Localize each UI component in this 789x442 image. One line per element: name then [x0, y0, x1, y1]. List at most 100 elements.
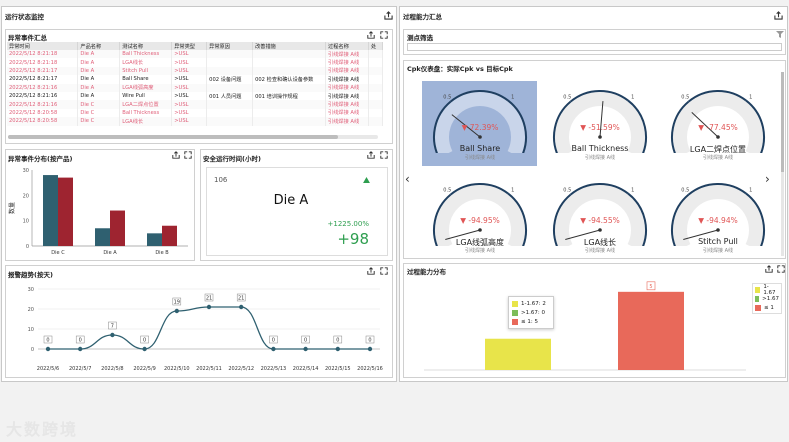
table-header-cell[interactable]: 处	[368, 42, 383, 50]
export-icon[interactable]	[384, 11, 393, 20]
expand-icon[interactable]	[777, 265, 785, 273]
export-icon[interactable]	[367, 31, 375, 39]
data-point[interactable]	[78, 346, 83, 352]
filter-icon[interactable]	[776, 31, 784, 38]
data-point[interactable]	[367, 346, 373, 352]
export-icon[interactable]	[172, 151, 180, 159]
data-point[interactable]	[271, 346, 276, 352]
data-point[interactable]	[239, 304, 244, 310]
table-cell	[206, 50, 254, 59]
x-tick-label: 2022/5/6	[37, 366, 59, 372]
x-tick-label: Die A	[103, 250, 117, 256]
bar[interactable]	[618, 291, 684, 370]
table-cell	[368, 75, 383, 84]
export-icon[interactable]	[367, 151, 375, 159]
table-row[interactable]: 2022/5/12 8:21:16 Die C LGA二焊点位置 >USL 引线焊接 A…	[7, 100, 383, 109]
table-row[interactable]: 2022/5/12 8:21:18 Die A Ball Thickness >USL…	[7, 50, 383, 59]
y-tick-label: 30	[28, 287, 34, 293]
table-row[interactable]: 2022/5/12 8:21:16 Die A LGA线弧高度 >USL 引线焊接 A线	[7, 83, 383, 92]
table-cell: 2022/5/12 8:21:17	[7, 66, 79, 76]
table-cell: Die A	[77, 83, 121, 92]
bar[interactable]	[58, 177, 73, 246]
table-cell	[368, 66, 383, 76]
cpk-title: Cpk仪表盘：实际Cpk vs 目标Cpk	[407, 65, 513, 73]
table-cell	[368, 117, 383, 126]
table-cell: 引线焊接 A线	[325, 83, 369, 92]
data-point[interactable]	[45, 346, 51, 352]
table-row[interactable]: 2022/5/12 8:21:16 Die A Wire Pull >USL 001 人…	[7, 91, 383, 101]
gauge-hub	[598, 135, 602, 139]
data-point[interactable]	[174, 308, 179, 314]
gauge-tick-label: 1	[749, 95, 752, 101]
bar[interactable]	[162, 225, 177, 246]
gauge-tick-label: 0.5	[681, 188, 689, 194]
legend-item[interactable]: >1.67	[755, 294, 779, 303]
bar[interactable]	[110, 210, 125, 246]
legend-item[interactable]: 1-1.67	[755, 283, 779, 296]
table-header-cell[interactable]: 过程名称	[325, 42, 369, 50]
trend-up-icon	[363, 177, 370, 183]
export-icon[interactable]	[774, 11, 783, 20]
gauge-value: ▼ -51.59%	[580, 123, 620, 132]
table-cell: Die C	[77, 108, 121, 118]
gauge-prev-arrow[interactable]: ‹	[405, 172, 410, 186]
expand-icon[interactable]	[380, 31, 388, 39]
table-cell: 2022/5/12 8:21:16	[7, 100, 79, 109]
expand-icon[interactable]	[184, 151, 192, 159]
table-row[interactable]: 2022/5/12 8:20:58 Die C LGA线长 >USL 引线焊接 A线	[7, 117, 383, 126]
gauge-subtitle: 引线焊接 A线	[702, 248, 733, 254]
table-cell: >USL	[171, 66, 208, 76]
table-header-cell[interactable]: 异常类型	[171, 42, 208, 50]
gauge-value: ▼ 72.39%	[461, 123, 499, 132]
table-cell	[206, 83, 254, 92]
expand-icon[interactable]	[380, 267, 388, 275]
data-point[interactable]	[142, 346, 147, 352]
filter-input[interactable]	[407, 43, 782, 51]
expand-icon[interactable]	[380, 151, 388, 159]
table-row[interactable]: 2022/5/12 8:21:17 Die A Stitch Pull >USL 引线焊…	[7, 66, 383, 76]
bar[interactable]	[95, 228, 110, 246]
table-scrollbar[interactable]	[8, 135, 378, 139]
gauge-subtitle: 引线焊接 A线	[584, 248, 615, 254]
y-tick-label: 30	[23, 168, 29, 174]
data-point[interactable]	[303, 346, 308, 352]
gauge-subtitle: 引线焊接 A线	[702, 155, 733, 161]
data-point[interactable]	[110, 332, 115, 338]
table-cell: >USL	[171, 108, 208, 118]
gauge-tick-label: 0.5	[563, 95, 571, 101]
cpk-scrollbar[interactable]	[781, 72, 784, 256]
gauge-name: Stitch Pull	[698, 237, 738, 246]
capability-chart: 5	[424, 281, 746, 371]
table-row[interactable]: 2022/5/12 8:21:18 Die A LGA线长 >USL 引线焊接 A线	[7, 58, 383, 67]
table-cell	[206, 66, 254, 76]
table-row[interactable]: 2022/5/12 8:21:17 Die A Ball Share >USL 002 …	[7, 75, 383, 84]
export-icon[interactable]	[765, 265, 773, 273]
table-cell	[252, 100, 327, 109]
gauge-subtitle: 引线焊接 A线	[464, 248, 495, 254]
table-cell: 2022/5/12 8:20:58	[7, 108, 79, 118]
table-cell: LGA线长	[119, 58, 173, 67]
table-cell: 2022/5/12 8:21:16	[7, 83, 79, 92]
table-header-cell[interactable]: 异常原因	[206, 42, 254, 50]
table-cell	[252, 117, 327, 126]
table-header-cell[interactable]: 异常时间	[7, 42, 79, 50]
export-icon[interactable]	[367, 267, 375, 275]
legend-label: 1-1.67	[763, 283, 776, 296]
capability-legend: 1-1.67 >1.67 ≤ 1	[752, 283, 782, 314]
bar[interactable]	[485, 338, 551, 370]
table-header-cell[interactable]: 产品名称	[77, 42, 121, 50]
data-point[interactable]	[335, 346, 340, 352]
table-cell: Ball Thickness	[119, 108, 173, 118]
gauge-tick-label: 0.5	[443, 95, 451, 101]
data-point[interactable]	[206, 304, 212, 310]
y-tick-label: 0	[26, 244, 29, 250]
table-header-cell[interactable]: 测试名称	[119, 42, 173, 50]
table-header-cell[interactable]: 改善措施	[252, 42, 327, 50]
table-cell: Die A	[77, 91, 121, 101]
bar[interactable]	[43, 175, 58, 246]
table-row[interactable]: 2022/5/12 8:20:58 Die C Ball Thickness >USL…	[7, 108, 383, 118]
data-label: 21	[206, 295, 212, 301]
table-cell: 2022/5/12 8:20:58	[7, 117, 79, 126]
legend-item[interactable]: ≤ 1	[755, 303, 779, 312]
bar[interactable]	[147, 233, 162, 246]
